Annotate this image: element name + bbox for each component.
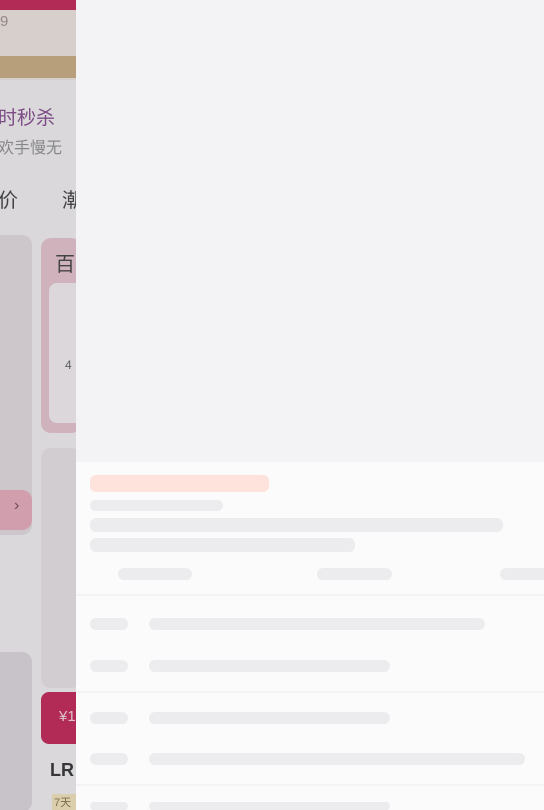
skeleton-row-value [149,712,390,724]
skeleton-row-value [149,753,525,765]
skeleton-row-value [149,802,390,810]
divider [76,691,544,693]
skeleton-row-label [90,660,128,672]
divider [76,784,544,786]
skeleton-row-label [90,753,128,765]
skeleton-line [90,538,355,552]
skeleton-line [90,518,503,532]
modal-backdrop[interactable] [0,0,76,810]
skeleton-content [76,462,544,810]
skeleton-tab [500,568,544,580]
skeleton-tab [317,568,392,580]
skeleton-row-label [90,618,128,630]
background-page: 9 时秒杀 欢手慢无 价 潮 › 百 4 ¥1 LR 7天 [0,0,76,810]
skeleton-title [90,475,269,492]
skeleton-row-label [90,712,128,724]
side-panel [76,0,544,810]
divider [76,594,544,596]
skeleton-row-label [90,802,128,810]
skeleton-subtitle [90,500,223,511]
skeleton-row-value [149,660,390,672]
skeleton-row-value [149,618,485,630]
skeleton-tab [118,568,192,580]
